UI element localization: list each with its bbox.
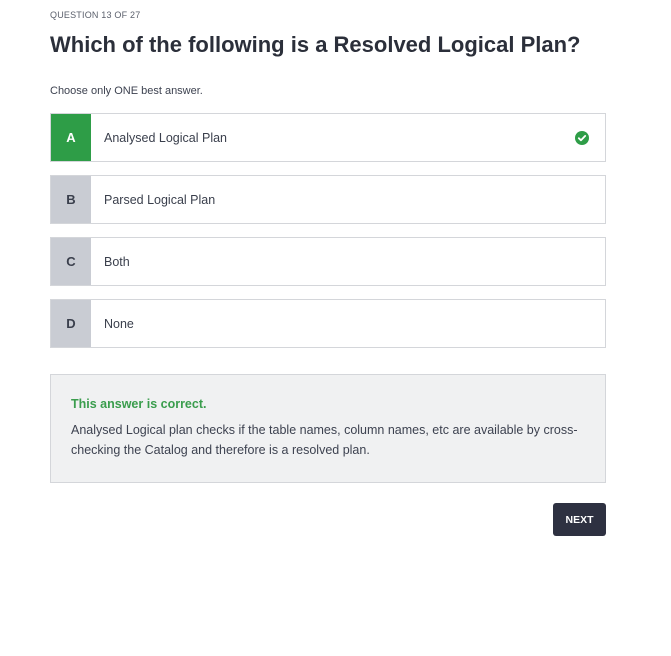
option-letter: A xyxy=(51,114,91,161)
option-c[interactable]: C Both xyxy=(50,237,606,286)
option-label: Parsed Logical Plan xyxy=(104,192,216,207)
check-circle-icon xyxy=(567,114,597,161)
question-title: Which of the following is a Resolved Log… xyxy=(50,32,581,57)
option-label: Both xyxy=(104,254,130,269)
feedback-explanation: Analysed Logical plan checks if the tabl… xyxy=(71,423,578,457)
option-d[interactable]: D None xyxy=(50,299,606,348)
answer-options: A Analysed Logical Plan B Parsed Logical… xyxy=(50,113,606,361)
question-progress: QUESTION 13 OF 27 xyxy=(50,10,141,20)
next-button[interactable]: NEXT xyxy=(553,503,606,536)
answer-feedback: This answer is correct. Analysed Logical… xyxy=(50,374,606,483)
option-label: None xyxy=(104,316,134,331)
option-label: Analysed Logical Plan xyxy=(104,130,227,145)
feedback-title: This answer is correct. xyxy=(71,397,207,411)
answer-instruction: Choose only ONE best answer. xyxy=(50,85,203,97)
option-letter: D xyxy=(51,300,91,347)
option-letter: B xyxy=(51,176,91,223)
option-a[interactable]: A Analysed Logical Plan xyxy=(50,113,606,162)
option-letter: C xyxy=(51,238,91,285)
option-b[interactable]: B Parsed Logical Plan xyxy=(50,175,606,224)
